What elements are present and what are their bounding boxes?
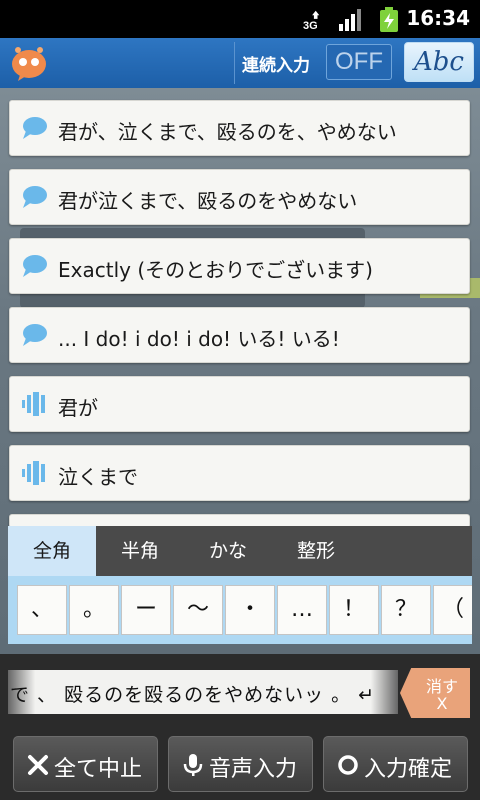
signal-icon (339, 9, 361, 31)
delete-x-label: X (436, 694, 448, 713)
tab-format[interactable]: 整形 (272, 526, 360, 576)
candidate-item[interactable]: Exactly (そのとおりでございます) (9, 238, 470, 294)
tab-zenkaku[interactable]: 全角 (8, 526, 96, 576)
voice-input-label: 音声入力 (209, 757, 298, 782)
confirm-input-label: 入力確定 (364, 757, 453, 782)
continuous-input-toggle[interactable]: OFF (326, 44, 392, 80)
close-icon (28, 755, 48, 775)
cancel-all-label: 全て中止 (54, 757, 143, 782)
cancel-all-button[interactable]: 全て中止 (13, 736, 158, 792)
key-wave-dash[interactable]: 〜 (173, 585, 223, 635)
svg-text:3G: 3G (303, 20, 318, 31)
divider (234, 42, 235, 84)
candidate-item[interactable]: ... I do! i do! i do! いる! いる! (9, 307, 470, 363)
speech-bubble-icon (23, 117, 47, 139)
confirm-input-button[interactable]: 入力確定 (323, 736, 468, 792)
microphone-icon (183, 754, 203, 776)
app-bar: 連続入力 OFF Abc (0, 38, 480, 89)
voice-input-button[interactable]: 音声入力 (168, 736, 313, 792)
continuous-input-label: 連続入力 (242, 56, 310, 76)
candidate-text: 君が、泣くまで、殴るのを、やめない (58, 120, 397, 144)
speech-bubble-icon (23, 186, 47, 208)
candidate-item[interactable]: 君が (9, 376, 470, 432)
battery-charging-icon (380, 7, 398, 32)
candidate-text: 君が泣くまで、殴るのをやめない (58, 189, 358, 213)
symbol-keyboard: 全角 半角 かな 整形 、 。 ー 〜 ・ … ！ ？ （ (8, 526, 472, 644)
composing-text: で 、 殴るのを殴るのをやめないッ 。 ↵ (10, 684, 376, 706)
3g-data-icon: 3G (303, 10, 320, 31)
tab-hankaku[interactable]: 半角 (96, 526, 184, 576)
composing-text-bar[interactable]: で 、 殴るのを殴るのをやめないッ 。 ↵ (8, 670, 398, 714)
speech-bubble-icon (23, 255, 47, 277)
candidate-text: ... I do! i do! i do! いる! いる! (58, 327, 340, 351)
compose-area: で 、 殴るのを殴るのをやめないッ 。 ↵ 消す X 全て中止 音声入力 入力確… (0, 654, 480, 800)
delete-button[interactable]: 消す X (400, 668, 470, 718)
key-period[interactable]: 。 (69, 585, 119, 635)
candidate-text: 君が (58, 396, 98, 420)
candidate-item[interactable]: 泣くまで (9, 445, 470, 501)
candidate-item[interactable]: 君が、泣くまで、殴るのを、やめない (9, 100, 470, 156)
tab-kana[interactable]: かな (184, 526, 272, 576)
candidate-text: Exactly (そのとおりでございます) (58, 258, 373, 282)
symbol-key-row: 、 。 ー 〜 ・ … ！ ？ （ (8, 576, 472, 644)
speech-bubble-logo[interactable] (10, 44, 48, 82)
key-exclamation[interactable]: ！ (329, 585, 379, 635)
input-mode-button[interactable]: Abc (404, 42, 474, 82)
clock: 16:34 (406, 6, 470, 30)
status-bar: 3G 16:34 (0, 0, 480, 38)
circle-icon (338, 755, 358, 775)
key-question[interactable]: ？ (381, 585, 431, 635)
candidate-item[interactable]: 君が泣くまで、殴るのをやめない (9, 169, 470, 225)
key-open-paren[interactable]: （ (433, 585, 472, 635)
key-long-vowel[interactable]: ー (121, 585, 171, 635)
key-comma[interactable]: 、 (17, 585, 67, 635)
key-ellipsis[interactable]: … (277, 585, 327, 635)
key-middle-dot[interactable]: ・ (225, 585, 275, 635)
sound-wave-icon (22, 392, 45, 416)
keyboard-tabs: 全角 半角 かな 整形 (8, 526, 472, 576)
sound-wave-icon (22, 461, 45, 485)
candidate-text: 泣くまで (58, 465, 138, 489)
speech-bubble-icon (23, 324, 47, 346)
